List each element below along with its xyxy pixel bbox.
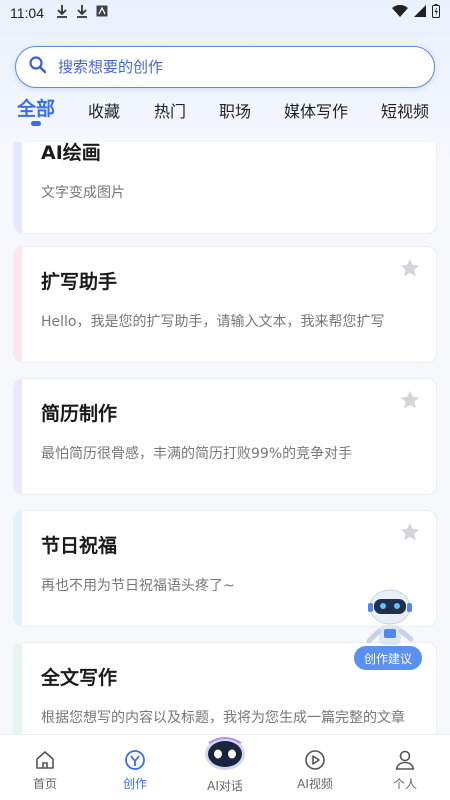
- list-item[interactable]: AI绘画 文字变成图片: [13, 142, 437, 234]
- tab-favorites[interactable]: 收藏: [88, 98, 120, 122]
- card-accent: [14, 247, 22, 362]
- app-screen: 11:04 全部 收藏 热门: [0, 0, 450, 800]
- card-title: AI绘画: [41, 142, 101, 164]
- active-tab-indicator: [31, 121, 41, 126]
- list-item[interactable]: 简历制作 最怕简历很骨感，丰满的简历打败99%的竞争对手: [13, 378, 437, 495]
- card-title: 简历制作: [41, 403, 118, 425]
- status-indicators: [392, 4, 440, 22]
- list-item[interactable]: 扩写助手 Hello，我是您的扩写助手，请输入文本，我来帮您扩写: [13, 246, 437, 363]
- tab-all[interactable]: 全部: [17, 94, 55, 121]
- download-icon: [56, 4, 68, 22]
- nav-label: 创作: [122, 777, 147, 791]
- favorite-star-icon[interactable]: [399, 257, 421, 279]
- card-title: 全文写作: [41, 667, 118, 689]
- tab-workplace[interactable]: 职场: [219, 98, 251, 122]
- user-icon: [395, 750, 415, 770]
- search-bar[interactable]: [15, 46, 435, 88]
- card-accent: [14, 511, 22, 626]
- nav-label: 首页: [32, 777, 57, 791]
- nav-label: 个人: [392, 777, 417, 791]
- nav-create[interactable]: 创作: [90, 735, 180, 800]
- card-accent: [14, 142, 22, 233]
- app-notification-icon: [96, 5, 108, 21]
- category-tabs: 全部 收藏 热门 职场 媒体写作 短视频: [0, 92, 450, 132]
- nav-ai-video[interactable]: AI视频: [270, 735, 360, 800]
- search-icon: [28, 55, 48, 79]
- nav-home[interactable]: 首页: [0, 735, 90, 800]
- card-description: Hello，我是您的扩写助手，请输入文本，我来帮您扩写: [41, 314, 385, 330]
- nav-ai-chat[interactable]: AI对话: [180, 735, 270, 800]
- search-input[interactable]: [58, 58, 418, 76]
- bottom-navigation: 首页 创作 AI对话 AI视频 个人: [0, 734, 450, 800]
- favorite-star-icon[interactable]: [399, 521, 421, 543]
- play-icon: [305, 750, 325, 770]
- card-description: 最怕简历很骨感，丰满的简历打败99%的竞争对手: [41, 446, 353, 462]
- battery-icon: [432, 4, 440, 22]
- status-bar: 11:04: [0, 0, 450, 26]
- create-icon: [125, 750, 145, 770]
- download-icon: [76, 4, 88, 22]
- card-accent: [14, 643, 22, 734]
- ai-chat-bot-icon: [205, 737, 245, 770]
- nav-label: AI对话: [207, 779, 243, 793]
- card-description: 根据您想写的内容以及标题，我将为您生成一篇完整的文章: [41, 710, 405, 726]
- signal-icon: [414, 5, 426, 21]
- nav-label: AI视频: [297, 777, 333, 791]
- favorite-star-icon[interactable]: [399, 389, 421, 411]
- card-description: 文字变成图片: [41, 185, 125, 201]
- tab-hot[interactable]: 热门: [154, 98, 186, 122]
- card-title: 扩写助手: [41, 271, 118, 293]
- creation-suggestion-button[interactable]: 创作建议: [354, 646, 422, 670]
- status-time: 11:04: [10, 5, 44, 21]
- tab-media-writing[interactable]: 媒体写作: [284, 98, 348, 122]
- home-icon: [36, 751, 54, 769]
- tab-short-video[interactable]: 短视频: [381, 98, 429, 122]
- card-description: 再也不用为节日祝福语头疼了~: [41, 578, 235, 594]
- card-accent: [14, 379, 22, 494]
- wifi-icon: [392, 4, 408, 21]
- card-title: 节日祝福: [41, 535, 118, 557]
- nav-profile[interactable]: 个人: [360, 735, 450, 800]
